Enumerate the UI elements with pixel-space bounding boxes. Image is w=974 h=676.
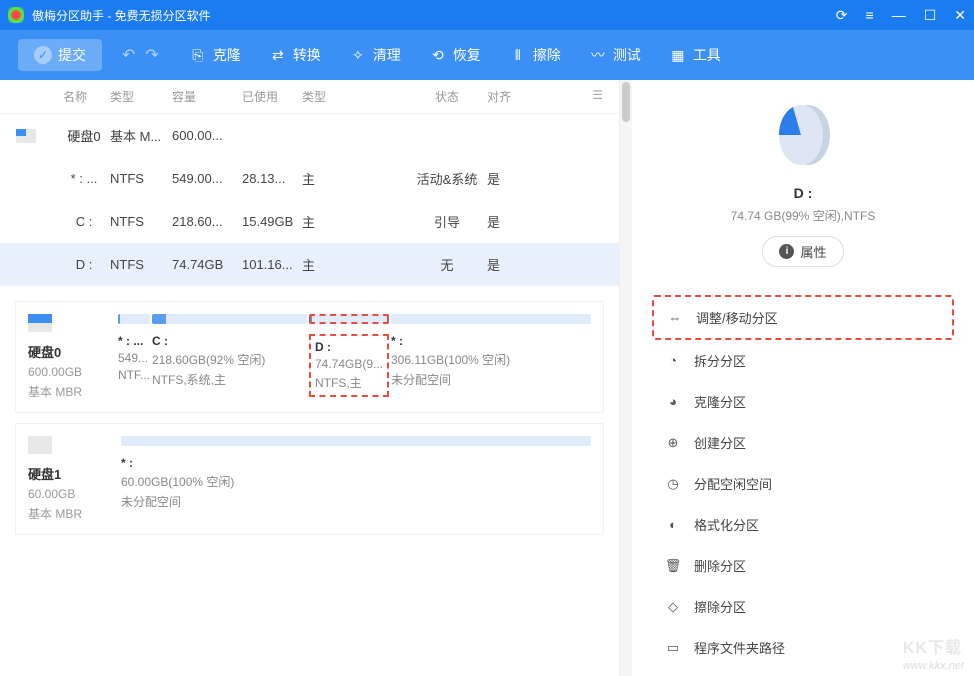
- tool-label: 工具: [693, 45, 721, 65]
- tool-label: 测试: [613, 45, 641, 65]
- action-icon: ◇: [664, 598, 682, 616]
- submit-label: 提交: [58, 45, 86, 65]
- header-type: 类型: [110, 88, 172, 105]
- tool-工具[interactable]: ▦ 工具: [669, 45, 721, 65]
- action-icon: ◔: [664, 352, 682, 370]
- header-align: 对齐: [487, 88, 547, 105]
- action-擦除分区[interactable]: ◇ 擦除分区: [652, 586, 954, 627]
- table-row[interactable]: D :NTFS 74.74GB101.16... 主无 是: [0, 243, 619, 286]
- scrollbar[interactable]: [620, 80, 632, 676]
- action-icon: ◷: [664, 475, 682, 493]
- window-controls: ⟳ ≡ — ☐ ✕: [836, 7, 966, 24]
- info-icon: i: [779, 244, 794, 259]
- menu-icon[interactable]: ≡: [866, 7, 874, 23]
- tool-icon: ⟲: [429, 46, 447, 64]
- tool-label: 擦除: [533, 45, 561, 65]
- action-label: 格式化分区: [694, 515, 759, 534]
- watermark: KK下载: [903, 634, 962, 658]
- tool-清理[interactable]: ✧ 清理: [349, 45, 401, 65]
- menu-icon[interactable]: ☰: [547, 88, 603, 105]
- props-label: 属性: [800, 242, 826, 261]
- tool-转换[interactable]: ⇄ 转换: [269, 45, 321, 65]
- action-list: ⇔ 调整/移动分区 ◔ 拆分分区 ◕ 克隆分区 ⊕ 创建分区 ◷ 分配空闲空间 ◐ 格式化分区 🗑 删除分…: [632, 287, 974, 676]
- left-panel: 名称 类型 容量 已使用 类型 状态 对齐 ☰ 硬盘0基本 M... 600.0…: [0, 80, 620, 676]
- maximize-icon[interactable]: ☐: [924, 7, 937, 24]
- properties-button[interactable]: i 属性: [762, 236, 843, 267]
- toolbar: ✓ 提交 ↶ ↷ ⎘ 克隆 ⇄ 转换 ✧ 清理 ⟲ 恢复 ⦀ 擦除 〰测试 ▦ 工具: [0, 30, 974, 80]
- tool-icon: ▦: [669, 46, 687, 64]
- submit-button[interactable]: ✓ 提交: [18, 39, 102, 71]
- redo-icon[interactable]: ↷: [145, 45, 158, 65]
- minimize-icon[interactable]: —: [892, 7, 906, 23]
- right-panel: D : 74.74 GB(99% 空闲),NTFS i 属性 ⇔ 调整/移动分区 ◔…: [632, 80, 974, 676]
- action-icon: ◐: [664, 516, 682, 534]
- action-label: 擦除分区: [694, 597, 746, 616]
- tool-label: 清理: [373, 45, 401, 65]
- action-删除分区[interactable]: 🗑 删除分区: [652, 545, 954, 586]
- tool-克隆[interactable]: ⎘ 克隆: [189, 45, 241, 65]
- partition-label: D :: [632, 185, 974, 201]
- action-创建分区[interactable]: ⊕ 创建分区: [652, 422, 954, 463]
- undo-icon[interactable]: ↶: [122, 45, 135, 65]
- watermark-url: www.kkx.net: [903, 660, 964, 672]
- tool-icon: ⦀: [509, 46, 527, 64]
- tool-icon: ⇄: [269, 46, 287, 64]
- undo-redo: ↶ ↷: [122, 45, 159, 65]
- disk-block[interactable]: 硬盘160.00GB基本 MBR * :60.00GB(100% 空闲)未分配空…: [15, 423, 604, 535]
- action-拆分分区[interactable]: ◔ 拆分分区: [652, 340, 954, 381]
- action-格式化分区[interactable]: ◐ 格式化分区: [652, 504, 954, 545]
- table-body: 硬盘0基本 M... 600.00... * : ...NTFS 549.00.…: [0, 114, 619, 286]
- header-ptype: 类型: [302, 88, 372, 105]
- tool-label: 转换: [293, 45, 321, 65]
- tool-擦除[interactable]: ⦀ 擦除: [509, 45, 561, 65]
- action-分配空闲空间[interactable]: ◷ 分配空闲空间: [652, 463, 954, 504]
- action-label: 创建分区: [694, 433, 746, 452]
- main-area: 名称 类型 容量 已使用 类型 状态 对齐 ☰ 硬盘0基本 M... 600.0…: [0, 80, 974, 676]
- action-label: 克隆分区: [694, 392, 746, 411]
- tool-恢复[interactable]: ⟲ 恢复: [429, 45, 481, 65]
- pie-chart-area: D : 74.74 GB(99% 空闲),NTFS i 属性: [632, 100, 974, 267]
- action-icon: ▭: [664, 639, 682, 657]
- sync-icon[interactable]: ⟳: [836, 7, 848, 24]
- action-icon: 🗑: [664, 557, 682, 575]
- action-icon: ⇔: [666, 309, 684, 327]
- action-icon: ◕: [664, 393, 682, 411]
- table-row[interactable]: * : ...NTFS 549.00...28.13... 主活动&系统 是: [0, 157, 619, 200]
- table-row[interactable]: 硬盘0基本 M... 600.00...: [0, 114, 619, 157]
- app-title: 傲梅分区助手 - 免费无损分区软件: [32, 7, 836, 24]
- header-used: 已使用: [242, 88, 302, 105]
- action-icon: ⊕: [664, 434, 682, 452]
- header-status: 状态: [407, 88, 487, 105]
- table-row[interactable]: C :NTFS 218.60...15.49GB 主引导 是: [0, 200, 619, 243]
- tool-测试[interactable]: 〰测试: [589, 45, 641, 65]
- header-name: 名称: [40, 88, 110, 105]
- tool-icon: ✧: [349, 46, 367, 64]
- header-cap: 容量: [172, 88, 242, 105]
- title-bar: 傲梅分区助手 - 免费无损分区软件 ⟳ ≡ — ☐ ✕: [0, 0, 974, 30]
- tool-icon: ⎘: [189, 46, 207, 64]
- action-克隆分区[interactable]: ◕ 克隆分区: [652, 381, 954, 422]
- action-调整/移动分区[interactable]: ⇔ 调整/移动分区: [652, 295, 954, 340]
- close-icon[interactable]: ✕: [954, 7, 966, 24]
- action-label: 分配空闲空间: [694, 474, 772, 493]
- disk-block[interactable]: 硬盘0600.00GB基本 MBR * : ...549...NTF...C :…: [15, 301, 604, 413]
- tool-label: 恢复: [453, 45, 481, 65]
- pie-chart: [768, 100, 838, 170]
- action-label: 删除分区: [694, 556, 746, 575]
- action-label: 拆分分区: [694, 351, 746, 370]
- tool-icon: 〰: [589, 46, 607, 64]
- tool-label: 克隆: [213, 45, 241, 65]
- action-label: 程序文件夹路径: [694, 638, 785, 657]
- partition-sub: 74.74 GB(99% 空闲),NTFS: [632, 207, 974, 224]
- disk-blocks: 硬盘0600.00GB基本 MBR * : ...549...NTF...C :…: [0, 286, 619, 560]
- action-label: 调整/移动分区: [696, 308, 778, 327]
- table-header: 名称 类型 容量 已使用 类型 状态 对齐 ☰: [0, 80, 619, 114]
- app-logo: [8, 7, 24, 23]
- check-icon: ✓: [34, 46, 52, 64]
